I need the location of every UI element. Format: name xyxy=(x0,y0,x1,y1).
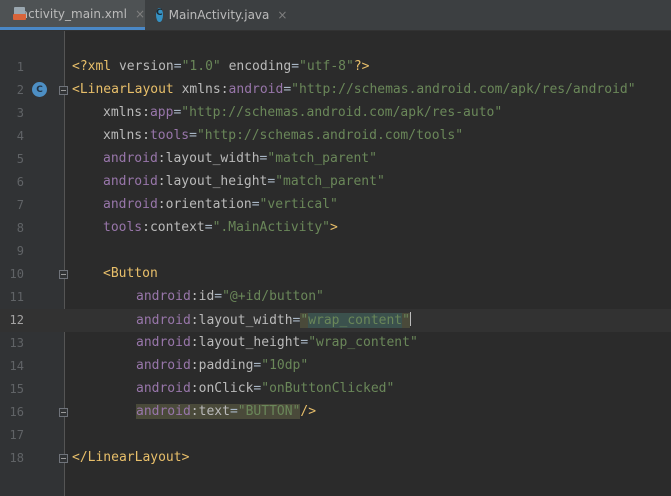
line-number: 16 xyxy=(9,405,24,419)
code-text: <Button xyxy=(103,266,158,281)
code-text: xmlns:app="http://schemas.android.com/ap… xyxy=(103,105,503,120)
line-number: 13 xyxy=(9,336,24,350)
line-number: 9 xyxy=(16,244,24,258)
code-text: <LinearLayout xmlns:android="http://sche… xyxy=(72,82,636,97)
line-number: 10 xyxy=(9,267,24,281)
code-text: android:onClick="onButtonClicked" xyxy=(136,381,395,396)
code-editor[interactable]: 1 <?xml version="1.0" encoding="utf-8"?>… xyxy=(0,31,671,496)
close-icon[interactable]: × xyxy=(277,8,287,22)
code-line[interactable]: 18 </LinearLayout> xyxy=(0,447,671,470)
line-number: 3 xyxy=(16,106,24,120)
code-text: android:orientation="vertical" xyxy=(103,197,338,212)
editor-tab-bar: activity_main.xml × C MainActivity.java … xyxy=(0,0,671,31)
line-number: 8 xyxy=(16,221,24,235)
code-line[interactable]: 10 <Button xyxy=(0,263,671,286)
code-text: android:layout_width="wrap_content" xyxy=(136,312,411,328)
code-text: android:padding="10dp" xyxy=(136,358,309,373)
code-line[interactable]: 15 android:onClick="onButtonClicked" xyxy=(0,378,671,401)
code-text: tools:context=".MainActivity"> xyxy=(103,220,338,235)
code-text: android:layout_height="match_parent" xyxy=(103,174,385,189)
line-number: 15 xyxy=(9,382,24,396)
code-text: xmlns:tools="http://schemas.android.com/… xyxy=(103,128,464,143)
code-text: </LinearLayout> xyxy=(72,450,190,465)
line-number: 18 xyxy=(9,451,24,465)
code-line[interactable]: 8 tools:context=".MainActivity"> xyxy=(0,217,671,240)
line-number: 2 xyxy=(16,83,24,97)
line-number: 6 xyxy=(16,175,24,189)
code-text: android:id="@+id/button" xyxy=(136,289,324,304)
class-marker-icon[interactable]: C xyxy=(32,82,47,97)
code-line[interactable]: 3 xmlns:app="http://schemas.android.com/… xyxy=(0,102,671,125)
current-code-line[interactable]: 12 android:layout_width="wrap_content" xyxy=(0,309,671,332)
xml-file-icon xyxy=(13,6,26,21)
fold-toggle-icon[interactable] xyxy=(59,454,68,463)
code-text: android:layout_height="wrap_content" xyxy=(136,335,418,350)
code-line[interactable]: 14 android:padding="10dp" xyxy=(0,355,671,378)
text-caret xyxy=(409,312,411,326)
tab-main-activity-java[interactable]: C MainActivity.java × xyxy=(146,0,287,30)
fold-toggle-icon[interactable] xyxy=(59,86,68,95)
line-number: 12 xyxy=(9,313,24,327)
code-line[interactable]: 5 android:layout_width="match_parent" xyxy=(0,148,671,171)
tab-label: MainActivity.java xyxy=(168,8,270,22)
code-line[interactable]: 17 xyxy=(0,424,671,447)
code-line[interactable]: 13 android:layout_height="wrap_content" xyxy=(0,332,671,355)
fold-toggle-icon[interactable] xyxy=(59,270,68,279)
code-line[interactable]: 9 xyxy=(0,240,671,263)
code-line[interactable]: 7 android:orientation="vertical" xyxy=(0,194,671,217)
code-text: <?xml version="1.0" encoding="utf-8"?> xyxy=(72,59,370,74)
line-number: 14 xyxy=(9,359,24,373)
code-line[interactable]: 6 android:layout_height="match_parent" xyxy=(0,171,671,194)
line-number: 7 xyxy=(16,198,24,212)
line-number: 11 xyxy=(9,290,24,304)
code-line[interactable]: 16 android:text="BUTTON"/> xyxy=(0,401,671,424)
tab-activity-main-xml[interactable]: activity_main.xml × xyxy=(0,0,145,30)
code-text: android:text="BUTTON"/> xyxy=(136,404,317,419)
line-number: 17 xyxy=(9,428,24,442)
code-text: android:layout_width="match_parent" xyxy=(103,151,377,166)
line-number: 5 xyxy=(16,152,24,166)
code-line[interactable]: 4 xmlns:tools="http://schemas.android.co… xyxy=(0,125,671,148)
code-line[interactable]: 11 android:id="@+id/button" xyxy=(0,286,671,309)
java-class-icon: C xyxy=(156,8,163,22)
line-number: 1 xyxy=(16,60,24,74)
line-number: 4 xyxy=(16,129,24,143)
code-line[interactable]: 2 C <LinearLayout xmlns:android="http://… xyxy=(0,79,671,102)
fold-toggle-icon[interactable] xyxy=(59,408,68,417)
code-line[interactable]: 1 <?xml version="1.0" encoding="utf-8"?> xyxy=(0,56,671,79)
tab-label: activity_main.xml xyxy=(20,6,127,21)
close-icon[interactable]: × xyxy=(135,7,145,21)
